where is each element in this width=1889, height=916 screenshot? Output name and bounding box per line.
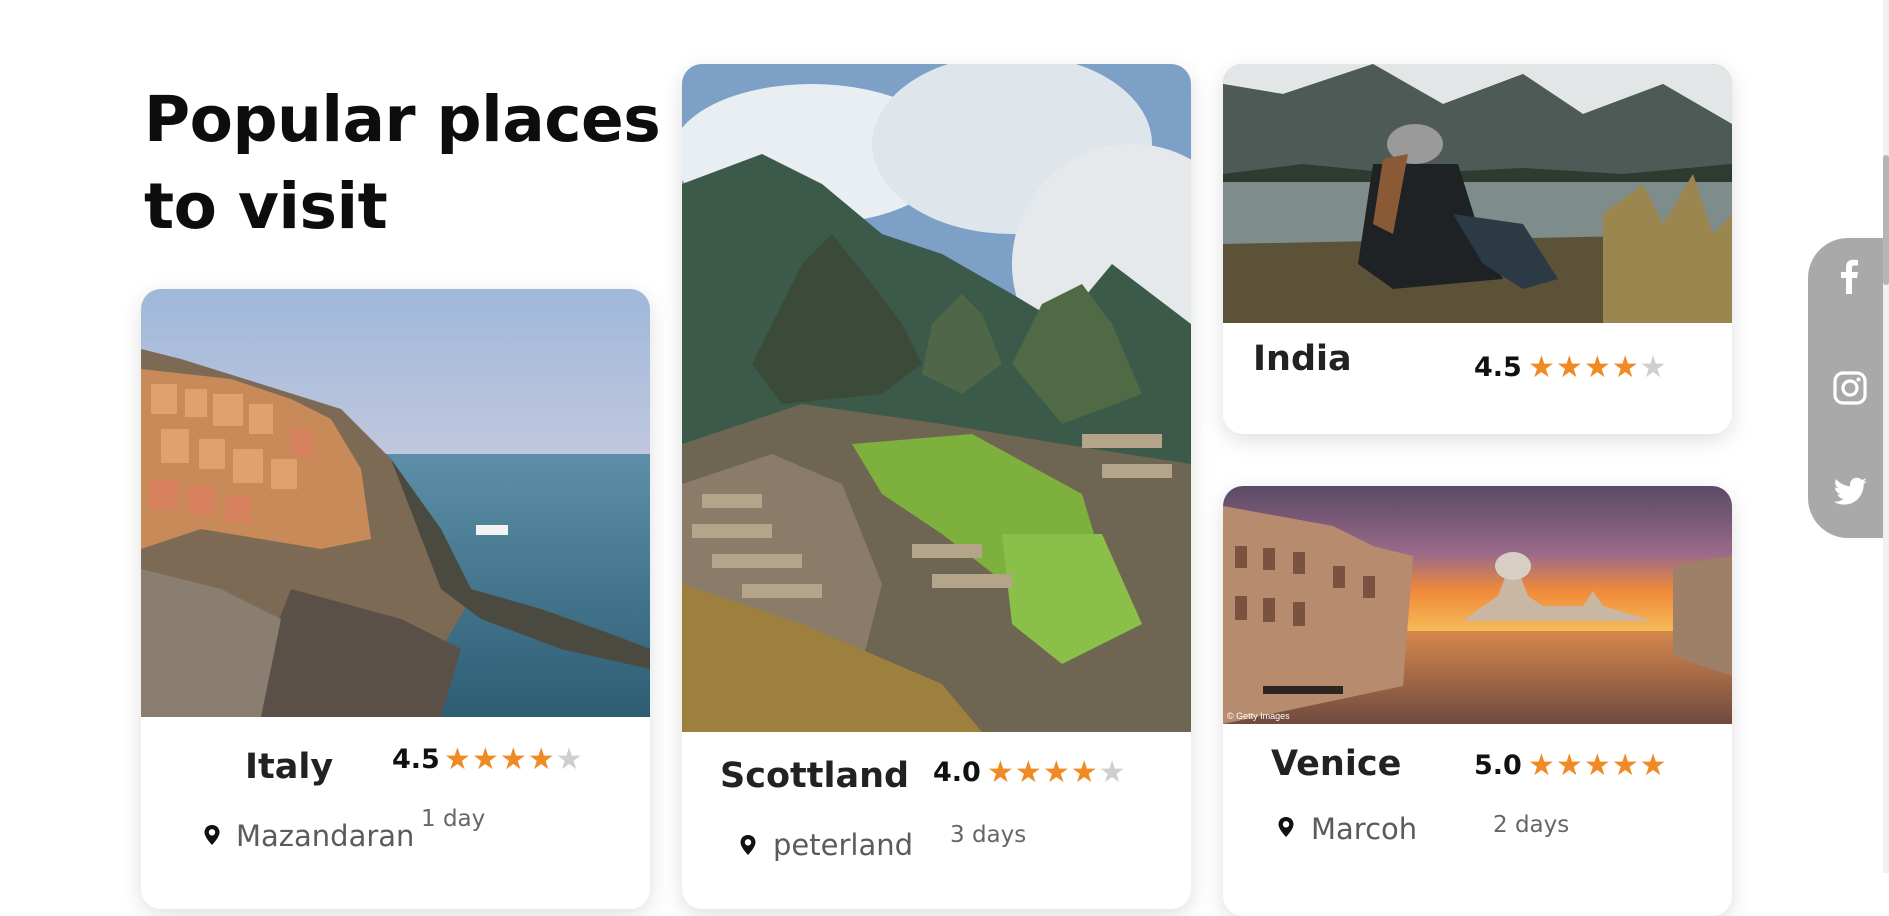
rating-stars: ★★★★★ [1528,350,1668,385]
place-card-italy[interactable]: Italy 4.5 ★★★★★ Mazandaran 1 day [141,289,650,909]
star-icon: ★ [1528,350,1556,385]
facebook-icon[interactable] [1832,258,1868,294]
place-card-venice[interactable]: © Getty Images Venice 5.0 ★★★★★ Marcoh 2… [1223,486,1732,916]
card-duration: 1 day [421,806,486,832]
star-icon: ★ [1528,748,1556,783]
card-name: Italy [245,747,334,787]
social-sidebar [1808,238,1889,538]
title-line-2: to visit [144,170,388,243]
photo-watermark: © Getty Images [1227,711,1290,721]
location-pin-icon [740,835,756,855]
star-icon: ★ [444,742,472,777]
card-name: India [1253,339,1352,379]
star-icon: ★ [1639,748,1668,783]
rating-stars: ★★★★★ [1528,748,1668,783]
card-rating: 4.0 [933,757,981,788]
card-name: Scottland [720,756,910,796]
star-icon: ★ [1014,755,1043,790]
card-name: Venice [1271,744,1402,784]
star-icon: ★ [1070,755,1099,790]
place-card-india[interactable]: India 4.5 ★★★★★ [1223,64,1732,434]
page-scrollbar[interactable] [1883,0,1889,873]
location-pin-icon [204,825,220,845]
italy-photo [141,289,650,717]
scottland-photo [682,64,1191,732]
card-rating: 4.5 [1474,352,1522,383]
india-photo [1223,64,1732,323]
card-location: Marcoh [1311,812,1418,846]
star-empty-icon: ★ [555,742,584,777]
card-rating: 4.5 [392,744,440,775]
star-icon: ★ [1042,755,1071,790]
location-pin-icon [1278,817,1294,837]
instagram-icon[interactable] [1832,370,1868,406]
star-icon: ★ [1583,350,1612,385]
star-icon: ★ [1555,350,1584,385]
card-location: Mazandaran [236,819,415,853]
star-icon: ★ [471,742,500,777]
star-icon: ★ [1611,748,1640,783]
twitter-icon[interactable] [1830,474,1872,510]
rating-stars: ★★★★★ [444,742,584,777]
star-icon: ★ [987,755,1015,790]
star-icon: ★ [527,742,556,777]
page-title: Popular places to visit [144,76,661,250]
star-icon: ★ [1555,748,1584,783]
star-icon: ★ [1611,350,1640,385]
card-duration: 3 days [950,822,1027,848]
card-location: peterland [773,828,914,862]
star-icon: ★ [499,742,528,777]
place-card-scottland[interactable]: Scottland 4.0 ★★★★★ peterland 3 days [682,64,1191,909]
star-icon: ★ [1583,748,1612,783]
card-duration: 2 days [1493,812,1570,838]
star-empty-icon: ★ [1098,755,1127,790]
venice-photo: © Getty Images [1223,486,1732,724]
rating-stars: ★★★★★ [987,755,1127,790]
scrollbar-thumb[interactable] [1883,155,1889,285]
title-line-1: Popular places [144,83,661,156]
card-rating: 5.0 [1474,750,1522,781]
star-empty-icon: ★ [1639,350,1668,385]
